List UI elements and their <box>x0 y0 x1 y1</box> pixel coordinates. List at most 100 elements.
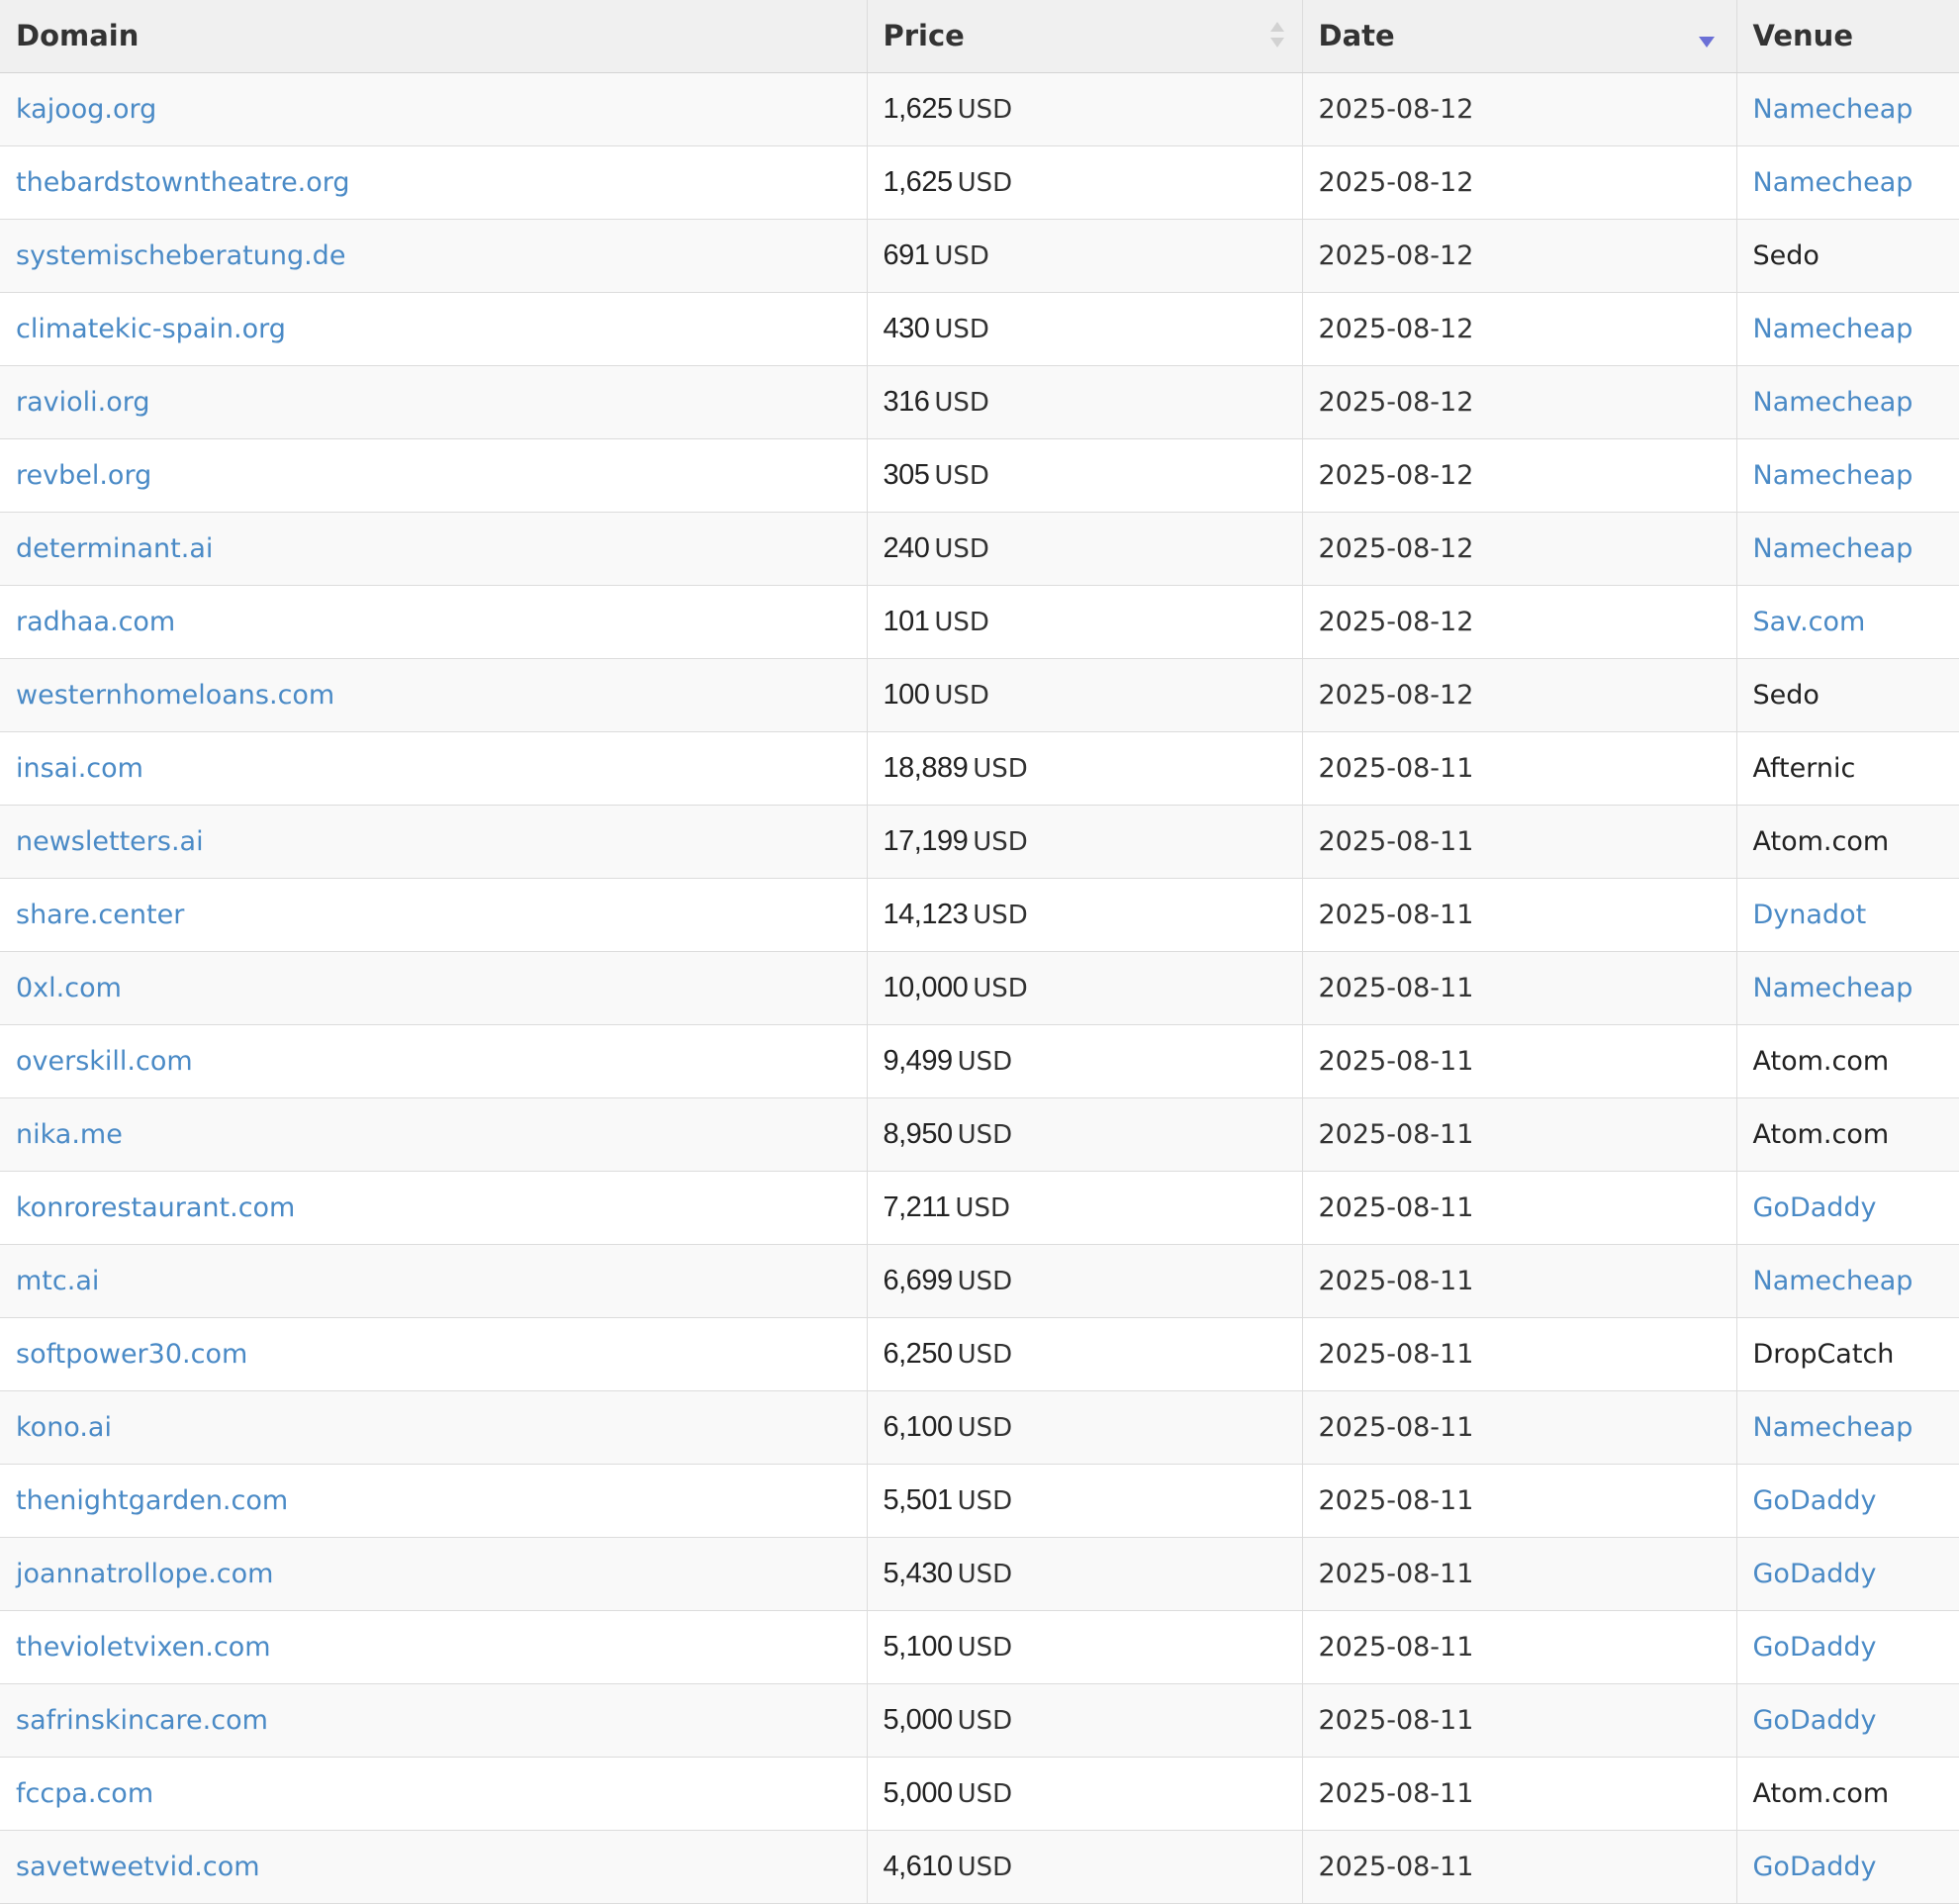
venue-link[interactable]: Namecheap <box>1753 314 1913 344</box>
venue-link[interactable]: Namecheap <box>1753 1266 1913 1296</box>
domain-link[interactable]: safrinskincare.com <box>16 1705 268 1736</box>
venue-link[interactable]: Sav.com <box>1753 607 1866 637</box>
venue-link[interactable]: GoDaddy <box>1753 1705 1877 1736</box>
date-cell: 2025-08-11 <box>1302 1464 1737 1538</box>
column-header-venue[interactable]: Venue <box>1736 0 1959 73</box>
venue-link[interactable]: Namecheap <box>1753 94 1913 125</box>
price-amount: 6,250 <box>883 1337 954 1370</box>
domain-link[interactable]: joannatrollope.com <box>16 1559 273 1589</box>
venue-cell: Atom.com <box>1736 1097 1959 1172</box>
domain-link[interactable]: newsletters.ai <box>16 826 204 857</box>
domain-link[interactable]: 0xl.com <box>16 973 122 1003</box>
date-cell: 2025-08-12 <box>1302 658 1737 732</box>
table-row: overskill.com 9,499 USD 2025-08-11 Atom.com <box>0 1024 1959 1098</box>
table-row: kono.ai 6,100 USD 2025-08-11 Namecheap <box>0 1390 1959 1465</box>
date-cell: 2025-08-12 <box>1302 585 1737 659</box>
domain-link[interactable]: westernhomeloans.com <box>16 680 334 711</box>
column-header-domain[interactable]: Domain <box>0 0 868 73</box>
domain-link[interactable]: thenightgarden.com <box>16 1485 288 1516</box>
domain-cell: determinant.ai <box>0 512 868 586</box>
venue-link[interactable]: GoDaddy <box>1753 1559 1877 1589</box>
table-row: determinant.ai 240 USD 2025-08-12 Namecheap <box>0 512 1959 586</box>
domain-cell: newsletters.ai <box>0 805 868 879</box>
domain-link[interactable]: overskill.com <box>16 1046 193 1077</box>
venue-link[interactable]: GoDaddy <box>1753 1852 1877 1882</box>
domain-cell: softpower30.com <box>0 1317 868 1391</box>
domain-link[interactable]: climatekic-spain.org <box>16 314 286 344</box>
domain-link[interactable]: savetweetvid.com <box>16 1852 260 1882</box>
domain-link[interactable]: share.center <box>16 900 184 930</box>
domain-link[interactable]: kono.ai <box>16 1412 112 1443</box>
domain-link[interactable]: fccpa.com <box>16 1778 153 1809</box>
sort-unsorted-icon[interactable] <box>1269 22 1284 51</box>
table-row: savetweetvid.com 4,610 USD 2025-08-11 GoDadd… <box>0 1830 1959 1904</box>
venue-cell: Namecheap <box>1736 72 1959 146</box>
price-cell: 430 USD <box>867 292 1303 366</box>
column-header-date[interactable]: Date <box>1302 0 1737 73</box>
venue-link[interactable]: GoDaddy <box>1753 1192 1877 1223</box>
venue-link[interactable]: Namecheap <box>1753 1412 1913 1443</box>
price-amount: 691 <box>883 238 930 271</box>
venue-cell: Namecheap <box>1736 951 1959 1025</box>
domain-link[interactable]: radhaa.com <box>16 607 175 637</box>
domain-cell: ravioli.org <box>0 365 868 439</box>
price-currency: USD <box>934 460 989 491</box>
domain-link[interactable]: ravioli.org <box>16 387 150 418</box>
domain-link[interactable]: revbel.org <box>16 460 151 491</box>
venue-link[interactable]: Namecheap <box>1753 533 1913 564</box>
price-currency: USD <box>973 753 1028 784</box>
domain-link[interactable]: thevioletvixen.com <box>16 1632 271 1663</box>
price-cell: 5,430 USD <box>867 1537 1303 1611</box>
venue-cell: GoDaddy <box>1736 1171 1959 1245</box>
sort-down-arrow-icon <box>1269 38 1284 48</box>
domain-cell: thevioletvixen.com <box>0 1610 868 1684</box>
date-cell: 2025-08-11 <box>1302 1317 1737 1391</box>
venue-cell: GoDaddy <box>1736 1683 1959 1758</box>
table-row: konrorestaurant.com 7,211 USD 2025-08-11 GoD… <box>0 1171 1959 1245</box>
column-header-price[interactable]: Price <box>867 0 1303 73</box>
price-cell: 240 USD <box>867 512 1303 586</box>
venue-cell: GoDaddy <box>1736 1537 1959 1611</box>
sort-descending-icon[interactable] <box>1698 37 1715 48</box>
domain-cell: konrorestaurant.com <box>0 1171 868 1245</box>
price-cell: 6,699 USD <box>867 1244 1303 1318</box>
venue-link[interactable]: Namecheap <box>1753 167 1913 198</box>
domain-link[interactable]: softpower30.com <box>16 1339 247 1370</box>
price-currency: USD <box>957 1046 1013 1077</box>
venue-label: Sedo <box>1752 239 1819 271</box>
sort-up-arrow-icon <box>1269 22 1284 32</box>
venue-link[interactable]: Namecheap <box>1753 387 1913 418</box>
domain-link[interactable]: konrorestaurant.com <box>16 1192 295 1223</box>
venue-link[interactable]: Dynadot <box>1753 900 1867 930</box>
venue-cell: Sedo <box>1736 658 1959 732</box>
price-currency: USD <box>973 973 1028 1003</box>
table-row: kajoog.org 1,625 USD 2025-08-12 Namecheap <box>0 72 1959 146</box>
price-currency: USD <box>957 1339 1013 1370</box>
venue-link[interactable]: GoDaddy <box>1753 1485 1877 1516</box>
venue-label: Sedo <box>1752 679 1819 711</box>
domain-link[interactable]: kajoog.org <box>16 94 156 125</box>
domain-link[interactable]: determinant.ai <box>16 533 213 564</box>
venue-link[interactable]: Namecheap <box>1753 460 1913 491</box>
domain-link[interactable]: thebardstowntheatre.org <box>16 167 350 198</box>
price-currency: USD <box>957 1412 1013 1443</box>
price-cell: 8,950 USD <box>867 1097 1303 1172</box>
venue-cell: Namecheap <box>1736 365 1959 439</box>
domain-link[interactable]: mtc.ai <box>16 1266 99 1296</box>
domain-link[interactable]: insai.com <box>16 753 143 784</box>
date-cell: 2025-08-12 <box>1302 145 1737 220</box>
price-cell: 14,123 USD <box>867 878 1303 952</box>
domain-link[interactable]: nika.me <box>16 1119 123 1150</box>
price-currency: USD <box>934 240 989 271</box>
price-amount: 240 <box>883 531 930 564</box>
price-amount: 316 <box>883 385 930 418</box>
venue-link[interactable]: GoDaddy <box>1753 1632 1877 1663</box>
venue-label: Atom.com <box>1752 825 1890 857</box>
date-cell: 2025-08-11 <box>1302 1097 1737 1172</box>
date-cell: 2025-08-11 <box>1302 1610 1737 1684</box>
table-row: revbel.org 305 USD 2025-08-12 Namecheap <box>0 438 1959 513</box>
domain-link[interactable]: systemischeberatung.de <box>16 240 345 271</box>
price-currency: USD <box>973 900 1028 930</box>
venue-link[interactable]: Namecheap <box>1753 973 1913 1003</box>
price-cell: 100 USD <box>867 658 1303 732</box>
